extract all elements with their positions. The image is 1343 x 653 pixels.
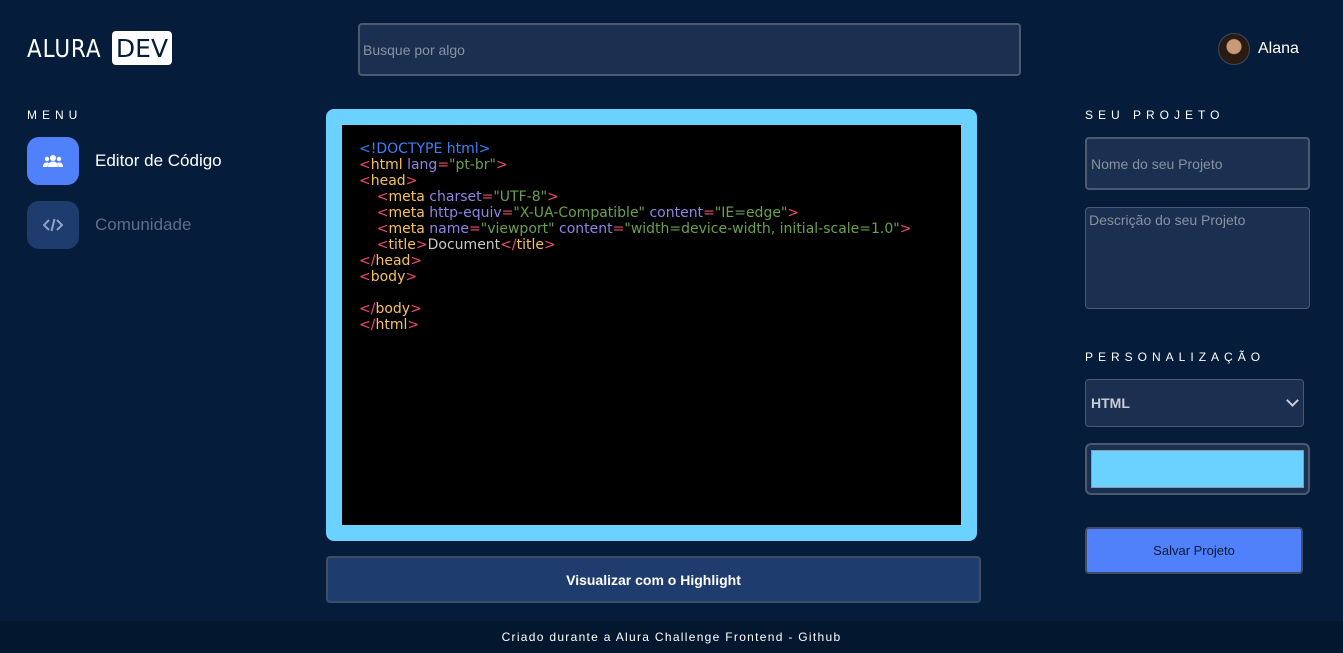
- code-line: <meta http-equiv="X-UA-Compatible" conte…: [359, 205, 944, 221]
- code-token: title: [388, 237, 416, 253]
- code-token: <: [359, 157, 371, 173]
- search-input[interactable]: [358, 23, 1021, 76]
- code-token: =: [437, 157, 450, 173]
- code-token: <: [359, 173, 371, 189]
- code-line: <meta charset="UTF-8">: [359, 189, 944, 205]
- code-token: html: [370, 157, 403, 173]
- menu-title: MENU: [27, 108, 83, 122]
- avatar[interactable]: [1218, 33, 1250, 65]
- code-token: <!DOCTYPE html>: [359, 141, 491, 157]
- language-select[interactable]: HTML: [1085, 379, 1304, 427]
- code-line: <title>Document</title>: [359, 237, 944, 253]
- menu-item-editor[interactable]: Editor de Código: [27, 137, 222, 185]
- code-token: "viewport": [480, 221, 555, 237]
- project-title: SEU PROJETO: [1085, 108, 1225, 122]
- code-line: <body>: [359, 269, 944, 285]
- footer-text: Criado durante a Alura Challenge Fronten…: [501, 630, 842, 644]
- code-token: <: [359, 237, 389, 253]
- code-token: head: [375, 253, 411, 269]
- code-token: </: [500, 237, 517, 253]
- save-project-button[interactable]: Salvar Projeto: [1085, 527, 1303, 574]
- logo-badge: DEV: [112, 31, 172, 65]
- project-description-input[interactable]: [1085, 207, 1310, 309]
- highlight-button[interactable]: Visualizar com o Highlight: [326, 556, 981, 603]
- code-token: "width=device-width, initial-scale=1.0": [624, 221, 900, 237]
- menu-label-editor: Editor de Código: [95, 151, 222, 170]
- code-token: "IE=edge": [714, 205, 788, 221]
- menu-icon-box-community[interactable]: [27, 201, 79, 249]
- color-swatch[interactable]: [1091, 450, 1304, 488]
- code-token: body: [375, 301, 411, 317]
- code-token: title: [516, 237, 544, 253]
- code-line: </html>: [359, 317, 944, 333]
- code-token: </: [359, 317, 376, 333]
- color-picker[interactable]: [1085, 443, 1310, 495]
- footer: Criado durante a Alura Challenge Fronten…: [0, 621, 1343, 653]
- code-token: <: [359, 205, 389, 221]
- customization-title: PERSONALIZAÇÃO: [1085, 350, 1266, 364]
- language-select-value: HTML: [1091, 395, 1130, 411]
- code-line: <!DOCTYPE html>: [359, 141, 944, 157]
- code-token: >: [544, 237, 556, 253]
- code-token: >: [496, 157, 508, 173]
- code-token: >: [410, 253, 423, 269]
- code-token: Document: [427, 237, 501, 253]
- editor-frame: <!DOCTYPE html> <html lang="pt-br"> <head>…: [326, 109, 977, 541]
- code-token: =: [612, 221, 625, 237]
- code-token: =: [703, 205, 715, 221]
- project-name-input[interactable]: [1085, 137, 1310, 190]
- menu-item-community[interactable]: Comunidade: [27, 201, 191, 249]
- code-token: </: [359, 301, 376, 317]
- code-token: </: [359, 253, 376, 269]
- code-token: >: [407, 317, 420, 333]
- code-token: =: [469, 221, 481, 237]
- code-token: >: [415, 237, 428, 253]
- code-token: <: [359, 269, 371, 285]
- code-token: <: [359, 189, 389, 205]
- code-token: http-equiv: [424, 205, 502, 221]
- code-token: name: [424, 221, 470, 237]
- code-token: <: [359, 221, 389, 237]
- users-icon: [43, 155, 63, 167]
- code-token: meta: [388, 221, 425, 237]
- code-line: <head>: [359, 173, 944, 189]
- code-line: </body>: [359, 301, 944, 317]
- code-token: =: [481, 189, 494, 205]
- user-profile[interactable]: Alana: [1218, 33, 1299, 65]
- user-name: Alana: [1258, 40, 1299, 57]
- code-token: lang: [402, 157, 438, 173]
- chevron-down-icon: [1286, 394, 1299, 407]
- menu-icon-box-editor[interactable]: [27, 137, 79, 185]
- code-line: <meta name="viewport" content="width=dev…: [359, 221, 944, 237]
- code-token: "UTF-8": [493, 189, 548, 205]
- code-token: meta: [388, 205, 425, 221]
- code-token: meta: [388, 189, 425, 205]
- code-token: >: [899, 221, 912, 237]
- menu-label-community: Comunidade: [95, 215, 192, 234]
- code-token: >: [405, 269, 418, 285]
- code-token: html: [375, 317, 408, 333]
- logo[interactable]: ALURA DEV: [27, 31, 172, 65]
- code-icon: [43, 218, 63, 232]
- code-token: charset: [424, 189, 482, 205]
- code-line: </head>: [359, 253, 944, 269]
- code-token: "pt-br": [449, 157, 496, 173]
- code-token: =: [501, 205, 514, 221]
- logo-text: ALURA: [27, 33, 102, 63]
- code-token: "X-UA-Compatible": [513, 205, 645, 221]
- code-token: content: [554, 221, 613, 237]
- code-editor[interactable]: <!DOCTYPE html> <html lang="pt-br"> <head>…: [342, 125, 961, 525]
- code-token: head: [370, 173, 406, 189]
- code-line: <html lang="pt-br">: [359, 157, 944, 173]
- code-token: >: [405, 173, 418, 189]
- code-token: >: [547, 189, 559, 205]
- code-token: >: [410, 301, 422, 317]
- code-token: content: [645, 205, 704, 221]
- code-token: body: [370, 269, 406, 285]
- code-token: >: [787, 205, 800, 221]
